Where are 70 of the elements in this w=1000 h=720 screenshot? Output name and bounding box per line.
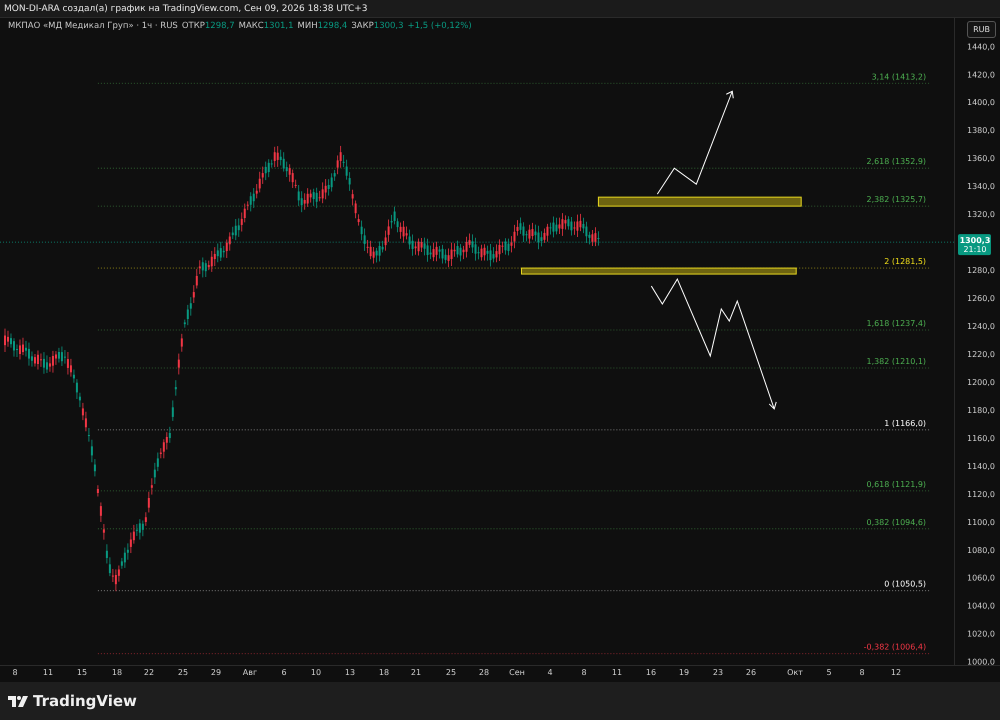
time-tick: 29: [210, 668, 222, 677]
time-tick: 26: [746, 668, 756, 677]
currency-button[interactable]: RUB: [967, 21, 996, 38]
ohlc-value: МАКС1301,1: [238, 21, 294, 31]
fib-level-label: 0 (1050,5): [884, 580, 926, 589]
price-tick: 1180,0: [967, 406, 995, 415]
price-tick: 1400,0: [967, 98, 995, 108]
price-tick: 1040,0: [967, 602, 995, 611]
time-tick: 23: [712, 668, 724, 677]
price-tick: 1140,0: [967, 462, 995, 471]
time-tick: 21: [410, 668, 422, 677]
time-tick: 12: [890, 668, 902, 677]
time-tick: 8: [859, 668, 865, 677]
time-tick: 13: [344, 668, 356, 677]
fib-level-label: 0,618 (1121,9): [866, 480, 926, 489]
price-tick: 1240,0: [967, 322, 995, 332]
logo-icon: [8, 696, 28, 706]
price-tick: 1220,0: [967, 350, 995, 359]
chart-caption: MON-DI-ARA создал(а) график на TradingView.com, Сен 09, 2026 18:38 UTC+3: [4, 4, 368, 14]
fib-level-label: 0,382 (1094,6): [866, 518, 926, 527]
fib-level-label: 1 (1166,0): [884, 418, 926, 428]
last-price-label: 1300,3 21:10: [958, 234, 991, 256]
price-tick: 1060,0: [967, 574, 995, 583]
fib-level-label: 1,382 (1210,1): [866, 356, 926, 366]
fib-level-label: 1,618 (1237,4): [866, 319, 926, 328]
time-tick: 25: [446, 668, 456, 677]
fib-level-label: 2,618 (1352,9): [866, 157, 926, 166]
price-tick: 1080,0: [967, 546, 995, 555]
price-tick: 1440,0: [967, 42, 995, 52]
price-tick: 1200,0: [967, 378, 995, 387]
fib-level-label: 2,382 (1325,7): [866, 195, 926, 204]
price-tick: 1280,0: [967, 266, 995, 276]
time-tick: 16: [646, 668, 656, 677]
time-tick: 15: [76, 668, 88, 677]
price-tick: 1160,0: [967, 434, 995, 443]
time-tick: 6: [281, 668, 287, 677]
fib-level-label: 2 (1281,5): [884, 257, 926, 266]
time-tick: 18: [112, 668, 122, 677]
time-tick: Авг: [242, 668, 258, 677]
time-tick: Сен: [509, 668, 525, 677]
fib-level-label: -0,382 (1006,4): [864, 642, 926, 652]
time-tick: 18: [378, 668, 390, 677]
time-tick: 19: [678, 668, 690, 677]
price-tick: 1320,0: [967, 210, 995, 220]
time-tick: 25: [178, 668, 188, 677]
ohlc-value: ЗАКР1300,3: [351, 21, 404, 31]
time-tick: 8: [581, 668, 587, 677]
time-tick: 11: [42, 668, 54, 677]
time-tick: 28: [478, 668, 490, 677]
ohlc-value: МИН1298,4: [298, 21, 348, 31]
ohlc-value: ОТКР1298,7: [182, 21, 235, 31]
price-tick: 1340,0: [967, 182, 995, 192]
time-tick: 11: [612, 668, 622, 677]
time-tick: 22: [144, 668, 154, 677]
fib-level-label: 3,14 (1413,2): [872, 72, 926, 82]
price-tick: 1020,0: [967, 630, 995, 639]
time-tick: 4: [547, 668, 553, 677]
time-tick: Окт: [787, 668, 803, 677]
price-tick: 1100,0: [967, 518, 995, 527]
time-tick: 5: [826, 668, 832, 677]
time-tick: 8: [12, 668, 18, 677]
price-tick: 1380,0: [967, 126, 995, 136]
time-tick: 10: [310, 668, 322, 677]
price-tick: 1260,0: [967, 294, 995, 304]
price-tick: 1360,0: [967, 154, 995, 164]
price-tick: 1120,0: [967, 490, 995, 499]
price-tick: 1420,0: [967, 70, 995, 80]
brand-logo: TradingView: [33, 692, 137, 710]
symbol-label: МКПАО «МД Медикал Груп» · 1ч · RUS: [8, 21, 178, 31]
price-change: +1,5 (+0,12%): [408, 21, 472, 31]
